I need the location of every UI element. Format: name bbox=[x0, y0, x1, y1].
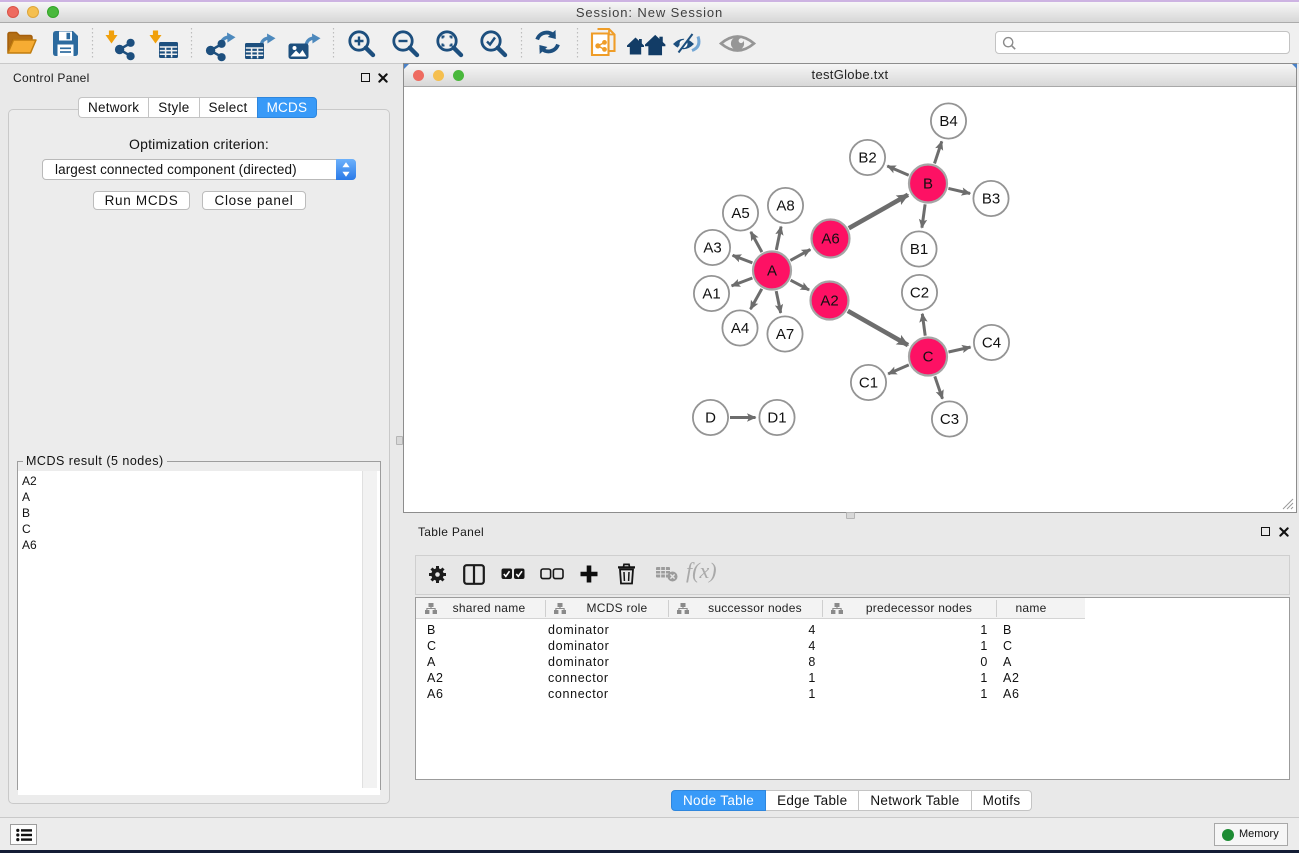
svg-text:C4: C4 bbox=[982, 335, 1001, 352]
svg-text:C1: C1 bbox=[859, 375, 878, 392]
svg-text:A1: A1 bbox=[702, 286, 720, 303]
svg-text:A7: A7 bbox=[776, 326, 794, 343]
svg-text:C: C bbox=[923, 349, 934, 366]
svg-text:C2: C2 bbox=[910, 285, 929, 302]
svg-text:B2: B2 bbox=[858, 150, 876, 167]
svg-text:A4: A4 bbox=[731, 320, 749, 337]
svg-text:B3: B3 bbox=[982, 191, 1000, 208]
svg-text:A: A bbox=[767, 263, 777, 280]
svg-text:B4: B4 bbox=[939, 113, 957, 130]
svg-text:D: D bbox=[705, 410, 716, 427]
svg-text:A5: A5 bbox=[731, 205, 749, 222]
svg-text:A8: A8 bbox=[776, 198, 794, 215]
svg-text:A2: A2 bbox=[820, 293, 838, 310]
svg-text:B1: B1 bbox=[910, 241, 928, 258]
svg-text:A3: A3 bbox=[703, 240, 721, 257]
svg-text:C3: C3 bbox=[940, 411, 959, 428]
svg-text:D1: D1 bbox=[767, 410, 786, 427]
svg-text:B: B bbox=[923, 176, 933, 193]
svg-text:A6: A6 bbox=[821, 231, 839, 248]
